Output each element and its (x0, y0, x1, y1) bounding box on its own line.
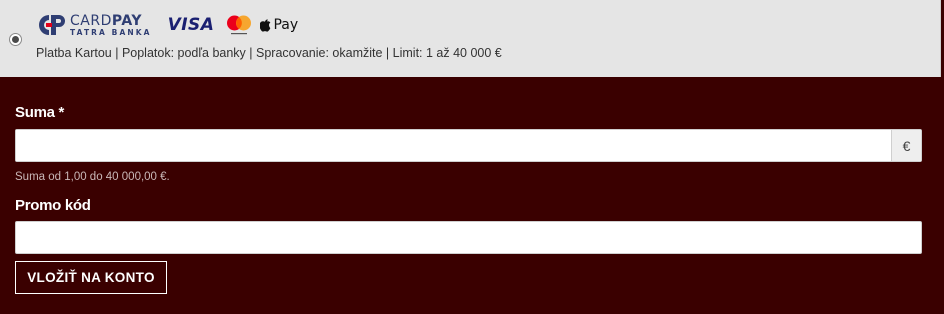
promo-label: Promo kód (15, 197, 91, 214)
payment-method-option[interactable]: CARDPAY TATRA BANKA VISA Pay Platba Kart… (0, 0, 941, 77)
mastercard-logo-icon (227, 15, 252, 35)
cardpay-logo: CARDPAY TATRA BANKA (36, 13, 152, 37)
applepay-logo: Pay (260, 17, 298, 33)
amount-input[interactable] (16, 130, 891, 161)
amount-hint: Suma od 1,00 do 40 000,00 €. (15, 171, 170, 183)
apple-icon (260, 18, 271, 32)
cardpay-bank-name: TATRA BANKA (70, 27, 152, 37)
payment-logos: CARDPAY TATRA BANKA VISA Pay (36, 12, 298, 38)
cardpay-mark-icon (39, 15, 65, 35)
amount-label: Suma * (15, 104, 65, 121)
deposit-submit-button[interactable]: VLOŽIŤ NA KONTO (15, 261, 167, 294)
currency-addon: € (891, 130, 921, 161)
payment-method-description: Platba Kartou | Poplatok: podľa banky | … (36, 46, 502, 60)
amount-input-group: € (15, 129, 922, 162)
cardpay-word-pay: PAY (111, 12, 142, 29)
radio-selected-dot (12, 36, 19, 43)
promo-code-input[interactable] (15, 221, 922, 254)
payment-method-radio[interactable] (9, 33, 22, 46)
visa-logo: VISA (167, 15, 215, 35)
cardpay-word-card: CARD (70, 12, 112, 29)
applepay-text: Pay (273, 17, 299, 33)
